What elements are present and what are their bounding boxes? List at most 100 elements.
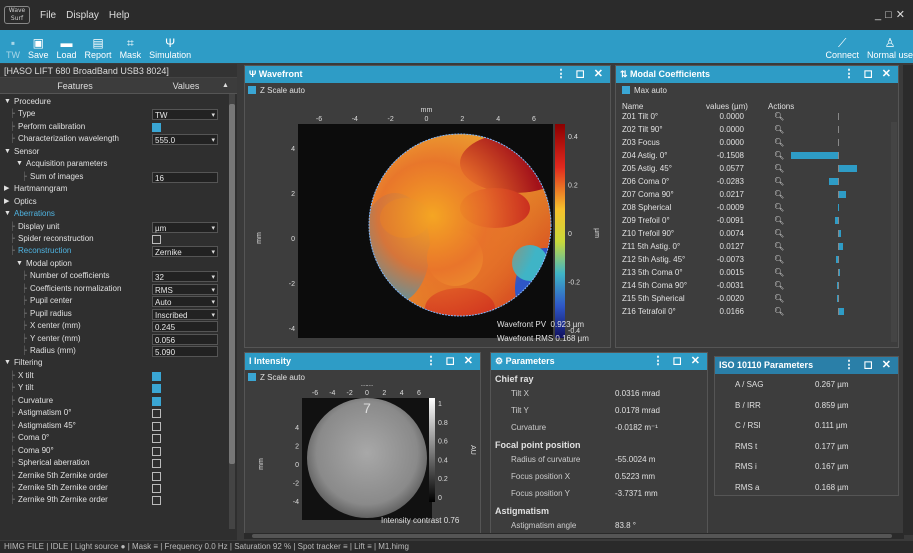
load-button[interactable]: ▬ Load: [57, 30, 77, 63]
feature-value-select[interactable]: µm: [152, 221, 218, 234]
feature-row[interactable]: ┝ Pupil center Auto: [0, 295, 226, 308]
feature-row[interactable]: ┝ Y tilt: [0, 382, 226, 394]
modal-row[interactable]: Z04 Astig. 0° -0.1508 🔍︎: [622, 149, 897, 162]
search-icon[interactable]: 🔍︎: [774, 136, 784, 149]
scrollbar-thumb[interactable]: [229, 104, 235, 464]
main-horizontal-scrollbar[interactable]: [244, 533, 904, 539]
save-button[interactable]: ▣ Save: [28, 30, 49, 63]
maximize-button[interactable]: □: [885, 9, 896, 21]
expander-icon[interactable]: ▼: [4, 96, 11, 108]
modal-row[interactable]: Z07 Coma 90° 0.0217 🔍︎: [622, 188, 897, 201]
search-icon[interactable]: 🔍︎: [774, 279, 784, 292]
window-buttons[interactable]: ⋮ ◻ ✕: [426, 353, 476, 370]
search-icon[interactable]: 🔍︎: [774, 201, 784, 214]
expander-icon[interactable]: ▶: [4, 196, 9, 208]
feature-row[interactable]: ┝ Curvature: [0, 395, 226, 407]
feature-value-select[interactable]: RMS: [152, 283, 218, 296]
feature-row[interactable]: ┝ Astigmatism 0°: [0, 407, 226, 419]
scrollbar-thumb[interactable]: [252, 534, 892, 538]
feature-checkbox[interactable]: [152, 496, 161, 506]
feature-value-spin[interactable]: 555.0: [152, 134, 218, 146]
window-buttons[interactable]: ⋮ ◻ ✕: [653, 353, 703, 370]
wavefront-zscale-checkbox[interactable]: Z Scale auto: [245, 83, 610, 97]
feature-checkbox[interactable]: [152, 446, 161, 456]
feature-checkbox[interactable]: [152, 483, 161, 493]
feature-row[interactable]: ┝ Perform calibration: [0, 121, 226, 133]
window-buttons[interactable]: ⋮ ◻ ✕: [556, 66, 606, 83]
feature-row[interactable]: ┝ Characterization wavelength 555.0: [0, 133, 226, 146]
max-auto-checkbox[interactable]: Max auto: [616, 83, 898, 97]
feature-value-select[interactable]: TW: [152, 109, 218, 121]
modal-row[interactable]: Z10 Trefoil 90° 0.0074 🔍︎: [622, 227, 897, 240]
feature-row[interactable]: ┝ Radius (mm) 5.090: [0, 345, 226, 357]
search-icon[interactable]: 🔍︎: [774, 253, 784, 266]
feature-row[interactable]: ┝ X tilt: [0, 370, 226, 382]
modal-row[interactable]: Z13 5th Coma 0° 0.0015 🔍︎: [622, 266, 897, 279]
feature-row[interactable]: ▶ Hartmanngram: [0, 183, 226, 195]
modal-row[interactable]: Z09 Trefoil 0° -0.0091 🔍︎: [622, 214, 897, 227]
search-icon[interactable]: 🔍︎: [774, 214, 784, 227]
feature-checkbox[interactable]: [152, 421, 161, 431]
intensity-zscale-checkbox[interactable]: Z Scale auto: [245, 370, 480, 384]
feature-value-select[interactable]: Auto: [152, 296, 218, 308]
feature-row[interactable]: ┝ X center (mm) 0.245: [0, 320, 226, 333]
feature-row[interactable]: ┝ Spherical aberration: [0, 457, 226, 469]
connect-button[interactable]: ⟋ Connect: [825, 30, 859, 63]
menu-display[interactable]: Display: [66, 10, 99, 21]
feature-checkbox[interactable]: [152, 396, 161, 406]
modal-row[interactable]: Z11 5th Astig. 0° 0.0127 🔍︎: [622, 240, 897, 253]
mask-button[interactable]: ⌗ Mask: [120, 30, 142, 63]
search-icon[interactable]: 🔍︎: [774, 305, 784, 318]
modal-row[interactable]: Z05 Astig. 45° 0.0577 🔍︎: [622, 162, 897, 175]
expander-icon[interactable]: ▼: [16, 258, 23, 270]
feature-row[interactable]: ┝ Reconstruction Zernike: [0, 245, 226, 258]
search-icon[interactable]: 🔍︎: [774, 162, 784, 175]
feature-value-text[interactable]: 16: [152, 171, 218, 183]
feature-row[interactable]: ┝ Y center (mm) 0.056: [0, 333, 226, 345]
scroll-up-icon[interactable]: ▲: [222, 78, 230, 93]
feature-value-text[interactable]: 0.245: [152, 321, 218, 333]
feature-checkbox[interactable]: [152, 371, 161, 381]
search-icon[interactable]: 🔍︎: [774, 149, 784, 162]
feature-row[interactable]: ┝ Coma 90°: [0, 445, 226, 457]
feature-value-text[interactable]: 5.090: [152, 346, 218, 357]
feature-row[interactable]: ┝ Number of coefficients 32: [0, 270, 226, 283]
modal-scrollbar[interactable]: [891, 122, 897, 342]
feature-row[interactable]: ▼ Procedure: [0, 96, 226, 108]
feature-row[interactable]: ┝ Sum of images 16: [0, 171, 226, 183]
feature-checkbox[interactable]: [152, 471, 161, 481]
feature-value-select[interactable]: Inscribed: [152, 308, 218, 321]
modal-row[interactable]: Z01 Tilt 0° 0.0000 🔍︎: [622, 110, 897, 123]
search-icon[interactable]: 🔍︎: [774, 240, 784, 253]
expander-icon[interactable]: ▼: [4, 146, 11, 158]
right-dock-strip[interactable]: [903, 65, 913, 535]
feature-row[interactable]: ▼ Filtering: [0, 357, 226, 369]
normal-use-button[interactable]: ♙ Normal use: [867, 30, 913, 63]
search-icon[interactable]: 🔍︎: [774, 188, 784, 201]
search-icon[interactable]: 🔍︎: [774, 123, 784, 136]
feature-row[interactable]: ▼ Acquisition parameters: [0, 158, 226, 170]
feature-row[interactable]: ┝ Spider reconstruction: [0, 233, 226, 245]
modal-row[interactable]: Z06 Coma 0° -0.0283 🔍︎: [622, 175, 897, 188]
menu-file[interactable]: File: [40, 10, 56, 21]
modal-row[interactable]: Z02 Tilt 90° 0.0000 🔍︎: [622, 123, 897, 136]
search-icon[interactable]: 🔍︎: [774, 292, 784, 305]
search-icon[interactable]: 🔍︎: [774, 110, 784, 123]
feature-checkbox[interactable]: [152, 434, 161, 444]
menu-help[interactable]: Help: [109, 10, 130, 21]
feature-row[interactable]: ▶ Optics: [0, 196, 226, 208]
feature-row[interactable]: ┝ Type TW: [0, 108, 226, 121]
modal-row[interactable]: Z08 Spherical -0.0009 🔍︎: [622, 201, 897, 214]
feature-checkbox[interactable]: [152, 459, 161, 469]
feature-row[interactable]: ▼ Aberrations: [0, 208, 226, 220]
feature-row[interactable]: ┝ Zernike 5th Zernike order: [0, 482, 226, 494]
feature-value-select[interactable]: Zernike: [152, 246, 218, 258]
expander-icon[interactable]: ▶: [4, 183, 9, 195]
feature-checkbox[interactable]: [152, 409, 161, 419]
simulation-button[interactable]: Ψ Simulation: [149, 30, 191, 63]
modal-row[interactable]: Z15 5th Spherical -0.0020 🔍︎: [622, 292, 897, 305]
modal-row[interactable]: Z03 Focus 0.0000 🔍︎: [622, 136, 897, 149]
expander-icon[interactable]: ▼: [16, 158, 23, 170]
window-buttons[interactable]: ⋮ ◻ ✕: [844, 66, 894, 83]
expander-icon[interactable]: ▼: [4, 208, 11, 220]
